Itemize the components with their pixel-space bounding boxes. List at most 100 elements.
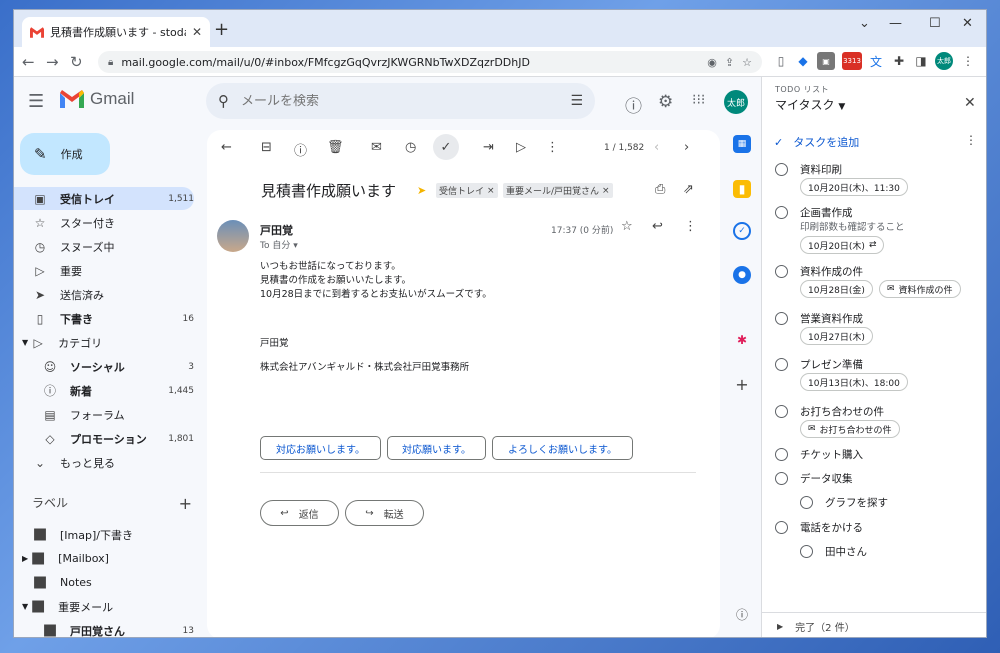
label-item-toda[interactable]: ⬛︎ 戸田覚さん 13 (14, 619, 194, 637)
sidebar-item-sent[interactable]: ➤ 送信済み (14, 283, 194, 306)
back-to-inbox-icon[interactable]: ← (221, 140, 232, 155)
snooze-icon[interactable]: ◷ (405, 140, 416, 155)
report-spam-icon[interactable]: ⓘ (294, 140, 307, 159)
bookmark-star-icon[interactable]: ☆ (742, 56, 752, 69)
sidebar-item-drafts[interactable]: ▯ 下書き 16 (14, 307, 194, 330)
more-options-icon[interactable]: ⋮ (546, 140, 559, 155)
more-icon[interactable]: ⋮ (684, 219, 697, 234)
add-to-tasks-icon[interactable]: ✓ (433, 134, 459, 160)
sidebar-item-more[interactable]: ⌄ もっと見る (14, 451, 194, 474)
compose-button[interactable]: ✎ 作成 (20, 133, 110, 175)
tasks-more-icon[interactable]: ⋮ (965, 133, 977, 147)
recipient[interactable]: To 自分 ▾ (260, 238, 298, 251)
browser-tab[interactable]: 見積書作成願います - stoda1000( ✕ (22, 17, 210, 47)
task-checkbox[interactable] (775, 405, 788, 418)
search-filter-icon[interactable]: ☰ (570, 93, 583, 109)
label-chip-toda[interactable]: 重要メール/戸田覚さん × (503, 183, 613, 198)
gmail-logo[interactable]: Gmail (60, 89, 134, 109)
reply-icon[interactable]: ↩ (652, 219, 663, 234)
task-checkbox[interactable] (775, 521, 788, 534)
back-icon[interactable]: ← (22, 53, 35, 71)
add-task-button[interactable]: ✓ タスクを追加 (774, 134, 859, 150)
task-date-chip[interactable]: 10月28日(金) (800, 280, 873, 298)
gmail-badge-icon[interactable]: 3313 (842, 52, 862, 70)
label-item-important-mail[interactable]: ▼ ⬛︎ 重要メール (14, 595, 194, 618)
sidepanel-icon[interactable]: ◨ (912, 52, 930, 70)
smart-reply-1[interactable]: 対応お願いします。 (260, 436, 381, 460)
eye-icon[interactable]: ◉ (707, 56, 717, 69)
gear-icon[interactable]: ⚙ (658, 92, 673, 112)
extension-blue-icon[interactable]: ◆ (794, 52, 812, 70)
close-tab-icon[interactable]: ✕ (192, 25, 202, 39)
keep-icon[interactable]: ▮ (733, 180, 751, 198)
sidebar-item-categories[interactable]: ▼ ▷ カテゴリ (14, 331, 194, 354)
chevron-down-icon[interactable]: ⌄ (859, 16, 870, 31)
label-item-mailbox[interactable]: ▶ ⬛︎ [Mailbox] (14, 547, 194, 570)
sidebar-item-promotions[interactable]: ◇ プロモーション 1,801 (14, 427, 194, 450)
task-checkbox[interactable] (775, 448, 788, 461)
chip-close-icon[interactable]: × (602, 186, 610, 196)
tasks-icon[interactable]: ✓ (733, 222, 751, 240)
task-checkbox[interactable] (775, 312, 788, 325)
caret-down-icon[interactable]: ▼ (22, 602, 28, 611)
sidebar-item-snoozed[interactable]: ◷ スヌーズ中 (14, 235, 194, 258)
task-checkbox[interactable] (775, 358, 788, 371)
kebab-menu-icon[interactable]: ⋮ (959, 52, 977, 70)
search-input[interactable] (241, 93, 559, 109)
label-item-imap-drafts[interactable]: ⬛︎ [Imap]/下書き (14, 523, 194, 546)
omnibox[interactable]: 🔒︎ mail.google.com/mail/u/0/#inbox/FMfcg… (98, 51, 762, 73)
task-checkbox[interactable] (775, 472, 788, 485)
print-icon[interactable]: ⎙ (655, 182, 665, 197)
sidebar-item-inbox[interactable]: ▣ 受信トレイ 1,511 (14, 187, 194, 210)
sidebar-item-starred[interactable]: ☆ スター付き (14, 211, 194, 234)
caret-down-icon[interactable]: ▼ (22, 338, 28, 347)
archive-icon[interactable]: ⊟ (261, 140, 272, 155)
slack-icon[interactable]: ✱ (733, 331, 751, 349)
task-checkbox[interactable] (775, 206, 788, 219)
task-date-chip[interactable]: 10月20日(木)、11:30 (800, 178, 908, 196)
label-item-notes[interactable]: ⬛︎ Notes (14, 571, 194, 594)
star-icon[interactable]: ☆ (621, 219, 633, 234)
calendar-icon[interactable]: ▦ (733, 135, 751, 153)
caret-right-icon[interactable]: ▶ (22, 554, 28, 563)
share-icon[interactable]: ⇪ (725, 56, 734, 69)
search-icon[interactable]: ⚲ (218, 92, 229, 110)
puzzle-icon[interactable]: ✚ (890, 52, 908, 70)
labels-icon[interactable]: ▷ (516, 140, 526, 155)
sidebar-item-updates[interactable]: ⓘ 新着 1,445 (14, 379, 194, 402)
delete-icon[interactable]: 🗑︎ (327, 140, 344, 155)
sidebar-item-social[interactable]: ☺ ソーシャル 3 (14, 355, 194, 378)
sidebar-item-important[interactable]: ▷ 重要 (14, 259, 194, 282)
sender-avatar[interactable] (217, 220, 249, 252)
maximize-icon[interactable]: ☐ (929, 16, 941, 31)
task-email-link[interactable]: ✉ お打ち合わせの件 (800, 420, 900, 438)
task-date-chip[interactable]: 10月13日(木)、18:00 (800, 373, 908, 391)
task-date-chip[interactable]: 10月27日(木) (800, 327, 873, 345)
contacts-icon[interactable]: ● (733, 266, 751, 284)
profile-avatar[interactable]: 太郎 (935, 52, 953, 70)
add-addon-icon[interactable]: + (733, 375, 751, 394)
new-tab-icon[interactable]: + (214, 19, 229, 40)
completed-section[interactable]: ▶ 完了（2 件） (762, 612, 986, 637)
importance-marker-icon[interactable]: ➤ (417, 184, 426, 197)
reload-icon[interactable]: ↻ (70, 53, 83, 71)
apps-grid-icon[interactable]: ⁝⁝⁝ (692, 92, 705, 108)
add-label-icon[interactable]: + (179, 494, 192, 513)
task-checkbox[interactable] (775, 265, 788, 278)
close-icon[interactable]: ✕ (964, 95, 976, 111)
reply-button[interactable]: ↩ 返信 (260, 500, 339, 526)
task-date-chip[interactable]: 10月20日(木) ⇄ (800, 236, 885, 254)
smart-reply-2[interactable]: 対応願います。 (387, 436, 486, 460)
avatar[interactable]: 太郎 (724, 90, 748, 114)
task-email-link[interactable]: ✉ 資料作成の件 (879, 280, 961, 298)
task-checkbox[interactable] (800, 496, 813, 509)
task-list-selector[interactable]: マイタスク ▼ (775, 96, 845, 113)
minimize-icon[interactable]: — (889, 16, 902, 31)
open-new-window-icon[interactable]: ⇗ (683, 182, 694, 197)
extension-grey-icon[interactable]: ▣ (817, 52, 835, 70)
forward-icon[interactable]: → (46, 53, 59, 71)
chevron-right-icon[interactable]: › (684, 140, 689, 155)
chip-close-icon[interactable]: × (487, 186, 495, 196)
task-checkbox[interactable] (775, 163, 788, 176)
move-to-icon[interactable]: ⇥ (483, 140, 494, 155)
